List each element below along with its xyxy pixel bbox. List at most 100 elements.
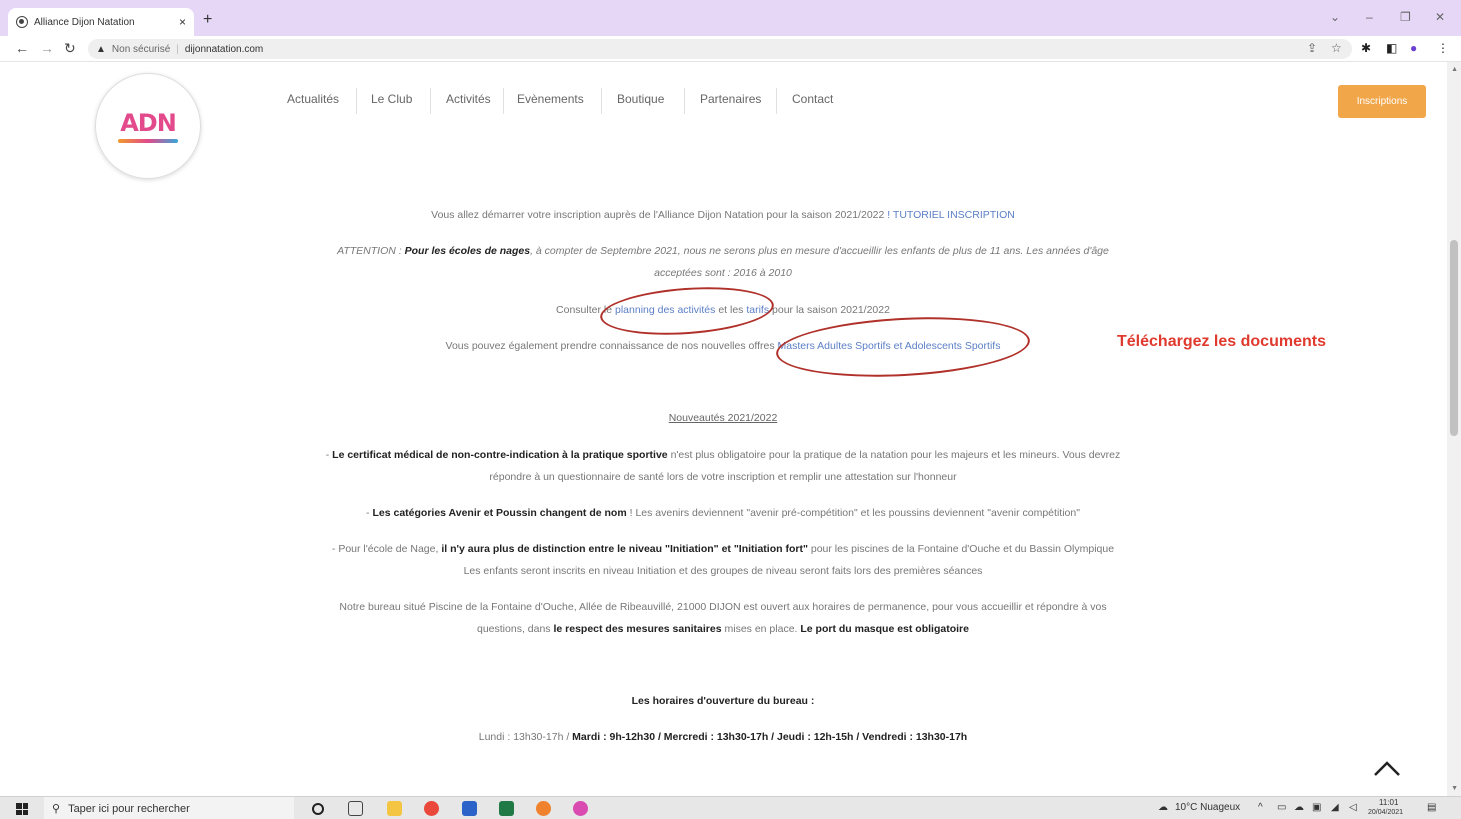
minimize-button[interactable]: – <box>1366 10 1373 24</box>
nav-activites[interactable]: Activités <box>446 92 491 106</box>
nav-contact[interactable]: Contact <box>792 92 833 106</box>
bureau-bold-sanitary: le respect des mesures sanitaires <box>553 623 722 635</box>
nav-divider <box>684 88 685 114</box>
nav-divider <box>776 88 777 114</box>
taskbar-search-input[interactable]: ⚲ Taper ici pour rechercher <box>44 797 294 819</box>
hours-line: Lundi : 13h30-17h / Mardi : 9h-12h30 / M… <box>0 731 1446 743</box>
maximize-button[interactable]: ❐ <box>1400 10 1411 24</box>
windows-start-icon[interactable] <box>16 803 28 815</box>
warning-triangle-icon[interactable]: ▲ <box>96 44 106 55</box>
tray-chevron-icon[interactable]: ^ <box>1258 802 1263 813</box>
extensions-puzzle-icon[interactable]: ✱ <box>1361 41 1371 55</box>
annotation-oval-planning <box>598 281 776 341</box>
scrollbar-thumb[interactable] <box>1450 240 1458 436</box>
certificate-bold: Le certificat médical de non-contre-indi… <box>332 449 668 461</box>
nav-divider <box>356 88 357 114</box>
battery-icon[interactable]: ▣ <box>1312 802 1321 813</box>
inscriptions-button[interactable]: Inscriptions <box>1338 85 1426 118</box>
intro-text: Vous allez démarrer votre inscription au… <box>431 209 888 221</box>
browser-tab[interactable]: Alliance Dijon Natation × <box>8 8 194 36</box>
notifications-icon[interactable]: ▤ <box>1427 802 1436 813</box>
hours-monday: Lundi : 13h30-17h / <box>478 731 573 743</box>
new-tab-button[interactable]: + <box>203 11 212 29</box>
tab-search-icon[interactable]: ⌄ <box>1330 10 1340 24</box>
browser-toolbar: ← → ↻ ▲ Non sécurisé | dijonnatation.com… <box>0 36 1461 62</box>
nav-divider <box>503 88 504 114</box>
volume-icon[interactable]: ◁ <box>1349 802 1357 813</box>
hours-heading-text: Les horaires d'ouverture du bureau : <box>631 695 815 707</box>
bureau-line: Notre bureau situé Piscine de la Fontain… <box>339 601 1107 613</box>
nav-boutique[interactable]: Boutique <box>617 92 664 106</box>
bureau-mid-text: mises en place. <box>721 623 801 635</box>
certificate-line: - Le certificat médical de non-contre-in… <box>0 449 1446 461</box>
consult-suffix-text: pour la saison 2021/2022 <box>769 304 890 316</box>
categories-bold: Les catégories Avenir et Poussin changen… <box>372 507 627 519</box>
file-explorer-icon[interactable] <box>387 801 402 816</box>
scroll-up-arrow-icon[interactable]: ▲ <box>1451 66 1458 73</box>
logo-mark: ADN <box>120 109 177 137</box>
forward-arrow-icon[interactable]: → <box>40 40 54 56</box>
certificate-text: n'est plus obligatoire pour la pratique … <box>667 449 1121 461</box>
cortana-icon[interactable] <box>312 803 324 815</box>
url-separator: | <box>176 43 179 55</box>
attention-line-2: acceptées sont : 2016 à 2010 <box>654 267 792 279</box>
annotation-download-text: Téléchargez les documents <box>1117 333 1326 350</box>
nav-divider <box>430 88 431 114</box>
scroll-down-arrow-icon[interactable]: ▼ <box>1451 785 1458 792</box>
attention-line: ATTENTION : Pour les écoles de nages, à … <box>0 245 1446 257</box>
clock-time[interactable]: 11:01 <box>1379 798 1398 807</box>
nav-divider <box>601 88 602 114</box>
chrome-icon[interactable] <box>424 801 439 816</box>
nav-evenements[interactable]: Evènements <box>517 92 584 106</box>
ecole-line: - Pour l'école de Nage, il n'y aura plus… <box>0 543 1446 555</box>
browser-tabbar: Alliance Dijon Natation × + ⌄ – ❐ ✕ <box>0 0 1461 36</box>
ecole-prefix: - Pour l'école de Nage, <box>331 543 442 555</box>
firefox-icon[interactable] <box>536 801 551 816</box>
news-heading-text: Nouveautés 2021/2022 <box>668 412 778 424</box>
network-icon[interactable]: ▭ <box>1277 802 1286 813</box>
attention-text: , à compter de Septembre 2021, nous ne s… <box>530 245 1109 257</box>
bureau-line-2: questions, dans le respect des mesures s… <box>0 623 1446 635</box>
offers-text: Vous pouvez également prendre connaissan… <box>445 340 778 352</box>
tutorial-link[interactable]: ! TUTORIEL INSCRIPTION <box>887 209 1015 221</box>
excel-icon[interactable] <box>499 801 514 816</box>
bookmark-star-icon[interactable]: ☆ <box>1331 41 1342 55</box>
logo-text: ADN <box>120 109 177 137</box>
wifi-icon[interactable]: ◢ <box>1331 802 1339 813</box>
bureau-prefix: questions, dans <box>477 623 554 635</box>
certificate-line-2: répondre à un questionnaire de santé lor… <box>489 471 957 483</box>
hours-heading: Les horaires d'ouverture du bureau : <box>0 695 1446 707</box>
news-heading: Nouveautés 2021/2022 <box>0 412 1446 424</box>
search-icon: ⚲ <box>52 803 61 815</box>
categories-line: - Les catégories Avenir et Poussin chang… <box>0 507 1446 519</box>
site-logo[interactable]: ADN <box>95 73 201 179</box>
bureau-bold-mask: Le port du masque est obligatoire <box>800 623 969 635</box>
attention-bold: Pour les écoles de nages <box>404 245 531 257</box>
address-bar[interactable]: ▲ Non sécurisé | dijonnatation.com <box>88 39 1352 59</box>
security-warning[interactable]: Non sécurisé <box>112 44 170 55</box>
chrome-canary-icon[interactable] <box>573 801 588 816</box>
onedrive-icon[interactable]: ☁ <box>1294 802 1304 813</box>
close-window-button[interactable]: ✕ <box>1435 10 1445 24</box>
reload-icon[interactable]: ↻ <box>64 40 76 57</box>
scroll-to-top-icon[interactable] <box>1372 757 1402 779</box>
share-icon[interactable]: ⇪ <box>1307 41 1317 55</box>
tab-title: Alliance Dijon Natation <box>34 16 135 28</box>
menu-kebab-icon[interactable]: ⋮ <box>1437 41 1449 55</box>
profile-avatar-icon[interactable]: ● <box>1410 41 1417 55</box>
task-view-icon[interactable] <box>348 801 363 816</box>
annotation-oval-offers <box>774 311 1032 383</box>
weather-text[interactable]: 10°C Nuageux <box>1175 802 1240 813</box>
search-placeholder: Taper ici pour rechercher <box>68 802 190 815</box>
windows-taskbar: ⚲ Taper ici pour rechercher ☁ 10°C Nuage… <box>0 796 1461 819</box>
nav-le-club[interactable]: Le Club <box>371 92 412 106</box>
back-arrow-icon[interactable]: ← <box>15 40 29 56</box>
tab-close-icon[interactable]: × <box>179 15 186 29</box>
nav-actualites[interactable]: Actualités <box>287 92 339 106</box>
clock-date[interactable]: 20/04/2021 <box>1368 809 1403 816</box>
url-text[interactable]: dijonnatation.com <box>185 44 263 55</box>
outlook-icon[interactable] <box>462 801 477 816</box>
side-panel-icon[interactable]: ◧ <box>1386 41 1397 55</box>
weather-cloud-icon[interactable]: ☁ <box>1158 802 1168 813</box>
nav-partenaires[interactable]: Partenaires <box>700 92 761 106</box>
